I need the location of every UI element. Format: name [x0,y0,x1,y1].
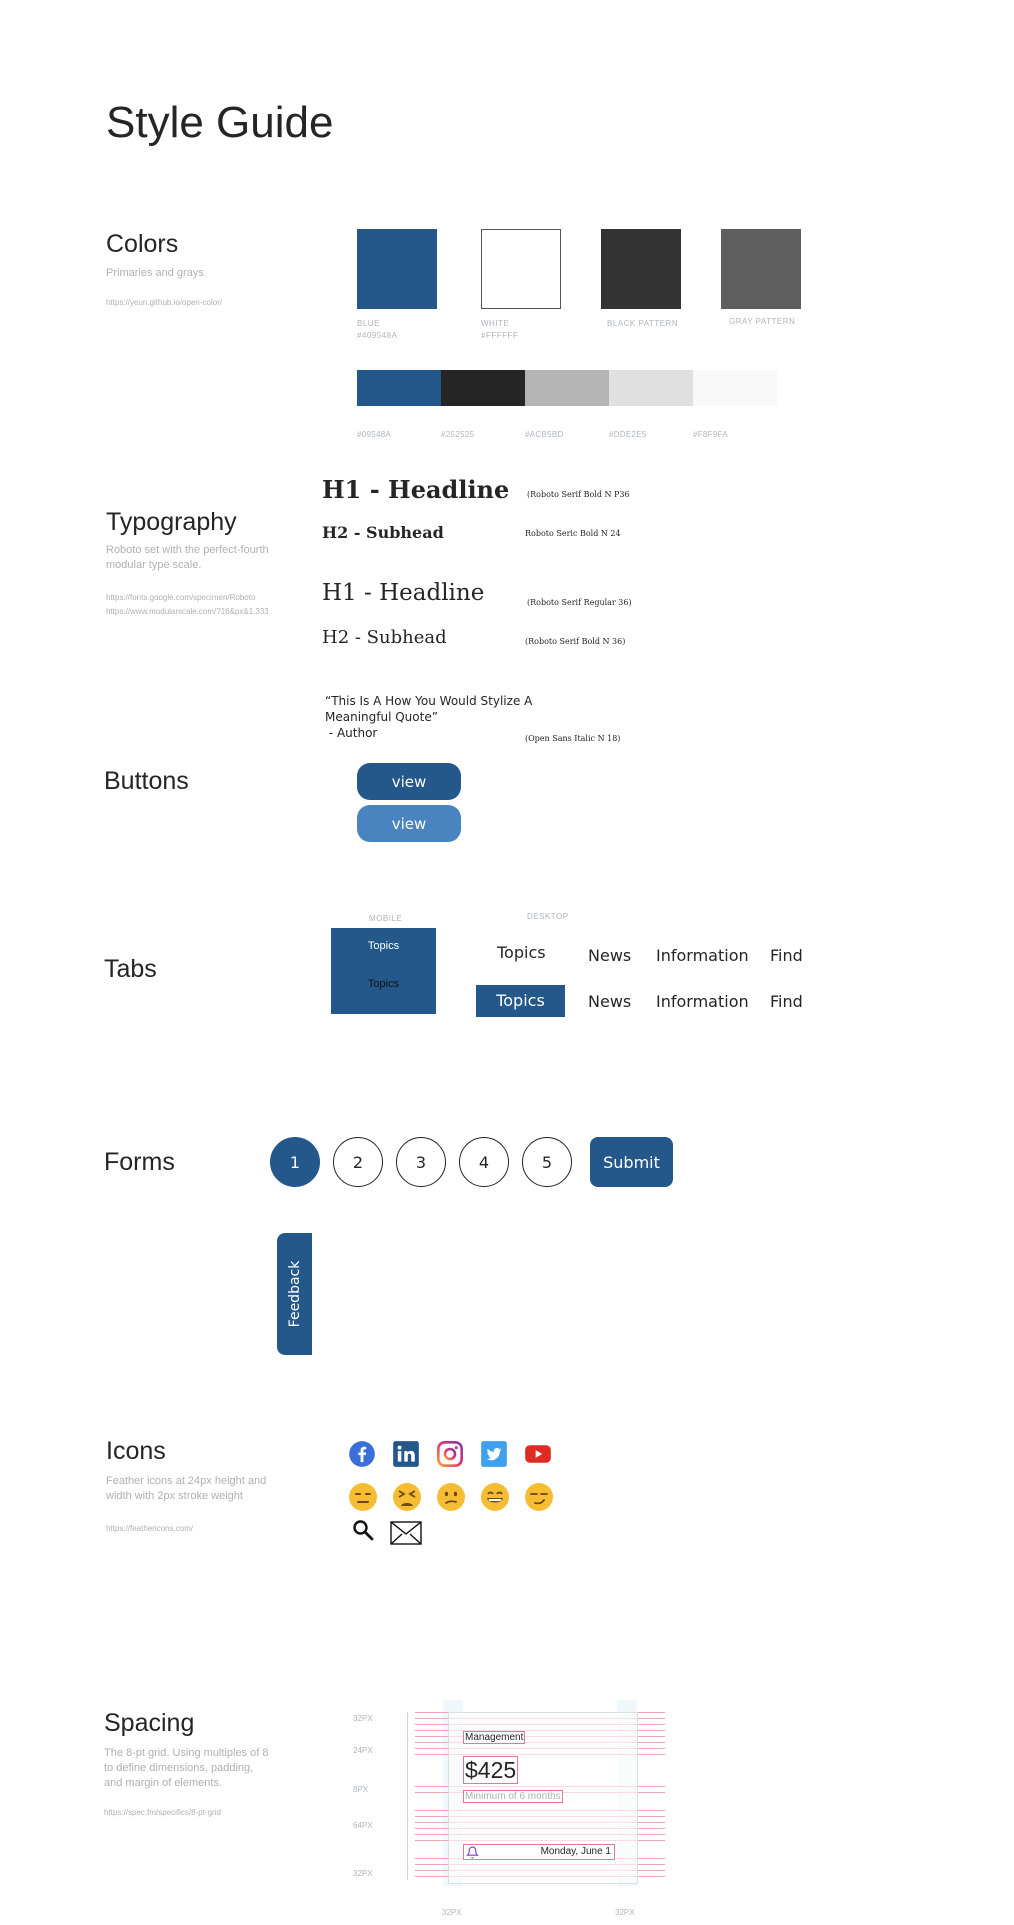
h2-regular-note: (Roboto Serif Bold N 36) [525,637,626,646]
spacing-bottom-label-left: 32PX [442,1908,462,1917]
quote-sample: “This Is A How You Would Stylize A Meani… [325,694,533,740]
icons-title: Icons [106,1437,166,1465]
spacing-label-64: 64PX [353,1821,373,1830]
step-3[interactable]: 3 [396,1137,446,1187]
swatch-label-gray-pattern: GRAY PATTERN [729,317,796,326]
desktop-tab-topics-active[interactable]: Topics [476,985,565,1017]
swatch-white [481,229,561,309]
icons-subtitle: Feather icons at 24px height and width w… [106,1475,267,1502]
strip-light-gray [609,370,693,406]
h1-regular-sample: H1 - Headline [322,580,485,606]
spacing-ruler [407,1712,408,1880]
typography-link-modularscale[interactable]: https://www.modularscale.com/?16&px&1.33… [106,605,269,619]
card-date: Monday, June 1 [540,1846,611,1857]
desktop-tab-find[interactable]: Find [770,992,803,1011]
desktop-tab-information[interactable]: Information [656,992,749,1011]
mobile-tab-topics[interactable]: Topics [331,978,436,990]
spacing-label-32: 32PX [353,1869,373,1878]
hex-label: #ACB5BD [525,430,564,439]
card-reminder-row: Monday, June 1 [463,1844,615,1860]
spacing-subtitle: The 8-pt grid. Using multiples of 8 to d… [104,1747,269,1789]
swatch-label-black-pattern: BLACK PATTERN [607,319,679,328]
page-title: Style Guide [106,98,334,147]
step-4[interactable]: 4 [459,1137,509,1187]
card-price: $425 [463,1756,519,1784]
hex-label: #F8F9FA [693,430,729,439]
view-button-secondary[interactable]: view [357,805,461,842]
instagram-icon[interactable] [436,1440,464,1468]
search-icon[interactable] [351,1518,375,1542]
feedback-tab[interactable]: Feedback [277,1233,312,1355]
submit-button[interactable]: Submit [590,1137,673,1187]
tired-face-icon[interactable] [392,1482,422,1512]
swatch-black-pattern [601,229,681,309]
strip-black [441,370,525,406]
icons-link[interactable]: https://feathericons.com/ [106,1522,193,1536]
linkedin-icon[interactable] [392,1440,420,1468]
h1-bold-note: (Roboto Serif Bold N P36 [527,490,630,499]
hex-label: #09548A [357,430,392,439]
spacing-title: Spacing [104,1709,195,1737]
strip-gray [525,370,609,406]
strip-blue [357,370,441,406]
card-label: Management [463,1731,526,1744]
hex-label: #DDE2E5 [609,430,647,439]
h2-regular-sample: H2 - Subhead [322,627,447,648]
buttons-title: Buttons [104,767,189,795]
h1-bold-sample: H1 - Headline [322,475,510,504]
desktop-label: DESKTOP [527,912,569,921]
colors-subtitle: Primaries and grays [106,267,204,279]
step-1[interactable]: 1 [270,1137,320,1187]
step-5[interactable]: 5 [522,1137,572,1187]
desktop-tab-find[interactable]: Find [770,946,803,965]
desktop-tab-news[interactable]: News [588,946,631,965]
spacing-label-32: 32PX [353,1714,373,1723]
mail-icon[interactable] [390,1521,422,1545]
feedback-label: Feedback [286,1260,303,1328]
spacing-label-24: 24PX [353,1746,373,1755]
spacing-label-8: 8PX [353,1785,369,1794]
card-minimum: Minimum of 6 months [463,1790,563,1803]
forms-title: Forms [104,1148,175,1176]
colors-title: Colors [106,230,179,258]
smirking-face-icon[interactable] [524,1482,554,1512]
confused-face-icon[interactable] [436,1482,466,1512]
swatch-gray-pattern [721,229,801,309]
h2-bold-note: Roboto Seric Bold N 24 [525,529,621,538]
h1-regular-note: (Roboto Serif Regular 36) [527,598,632,607]
twitter-icon[interactable] [480,1440,508,1468]
youtube-icon[interactable] [524,1440,552,1468]
step-2[interactable]: 2 [333,1137,383,1187]
colors-link[interactable]: https://yeun.github.io/open-color/ [106,296,222,310]
mobile-tab-topics[interactable]: Topics [331,940,436,952]
typography-subtitle: Roboto set with the perfect-fourth modul… [106,544,269,571]
strip-off-white [693,370,777,406]
quote-note: (Open Sans Italic N 18) [525,734,621,743]
typography-title: Typography [106,508,237,536]
spacing-link[interactable]: https://spec.fm/specifics/8-pt-grid [104,1806,221,1820]
grinning-face-icon[interactable] [480,1482,510,1512]
spacing-bottom-label-right: 32PX [615,1908,635,1917]
typography-link-roboto[interactable]: https://fonts.google.com/specimen/Roboto [106,591,255,605]
facebook-icon[interactable] [348,1440,376,1468]
swatch-label-white: WHITE #FFFFFF [481,319,519,340]
swatch-blue [357,229,437,309]
mobile-tabs: Topics Topics [331,928,436,1014]
h2-bold-sample: H2 - Subhead [322,523,444,542]
swatch-label-blue: BLUE #409548A [357,319,398,340]
mobile-label: MOBILE [369,914,403,923]
bell-icon[interactable] [466,1846,479,1859]
desktop-tab-news[interactable]: News [588,992,631,1011]
view-button-primary[interactable]: view [357,763,461,800]
desktop-tab-information[interactable]: Information [656,946,749,965]
desktop-tab-topics[interactable]: Topics [497,943,546,962]
tabs-title: Tabs [104,955,157,983]
expressionless-face-icon[interactable] [348,1482,378,1512]
hex-label: #252525 [441,430,475,439]
